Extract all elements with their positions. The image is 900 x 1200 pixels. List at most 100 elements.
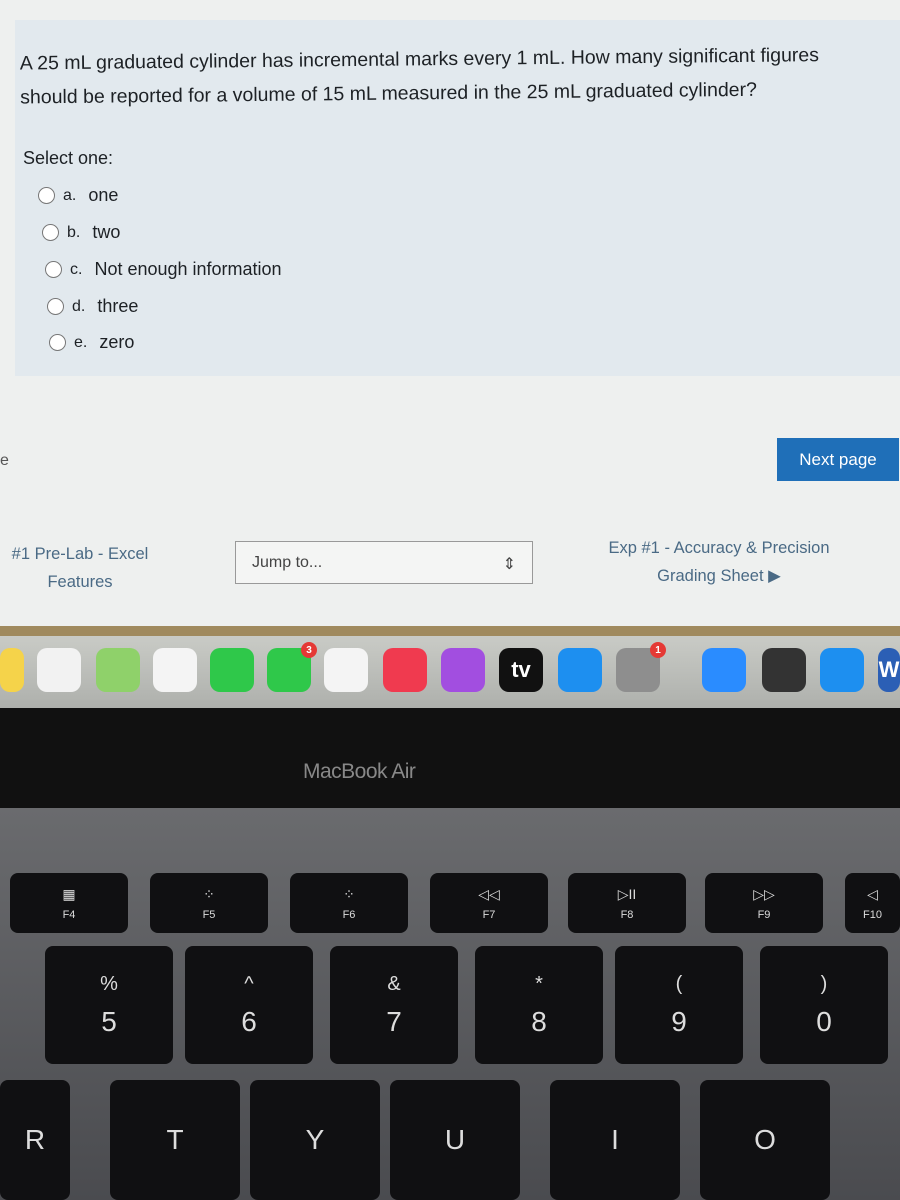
notification-badge: 3: [301, 642, 317, 658]
updown-icon: ⇕: [502, 556, 516, 573]
notes-icon[interactable]: [0, 648, 24, 692]
previous-activity-link[interactable]: #1 Pre-Lab - Excel Features: [0, 540, 160, 596]
key-label: F5: [202, 908, 216, 921]
letter-key[interactable]: T: [110, 1080, 240, 1200]
function-key[interactable]: ⁘ F6: [290, 873, 408, 933]
next-link-line1: Exp #1 - Accuracy & Precision: [608, 539, 830, 557]
browser-screen: A 25 mL graduated cylinder has increment…: [0, 0, 900, 632]
key-label: 6: [241, 1005, 257, 1037]
key-label: Y: [305, 1124, 325, 1155]
media-icon: ▦: [62, 885, 76, 902]
number-key[interactable]: * 8: [475, 946, 603, 1064]
media-icon: ⁘: [343, 885, 355, 902]
dock: 3 tv 1 W: [0, 636, 900, 708]
jump-to-select[interactable]: Jump to... ⇕: [235, 541, 533, 584]
function-key[interactable]: ◁◁ F7: [430, 873, 548, 933]
radio-button[interactable]: [49, 334, 66, 351]
next-activity-link[interactable]: Exp #1 - Accuracy & Precision Grading She…: [588, 534, 850, 590]
letter-key[interactable]: Y: [250, 1080, 380, 1200]
zoom-icon[interactable]: [702, 648, 746, 692]
option-letter: d.: [72, 297, 86, 315]
option-letter: b.: [67, 223, 81, 241]
key-label: I: [611, 1124, 619, 1155]
podcasts-icon[interactable]: [441, 648, 485, 692]
key-label: T: [166, 1124, 184, 1155]
notification-badge: 1: [650, 642, 666, 658]
option-label: Not enough information: [94, 259, 282, 279]
key-label: 7: [386, 1005, 402, 1037]
number-key[interactable]: ^ 6: [185, 946, 313, 1064]
keyboard: ▦ F4 ⁘ F5 ⁘ F6 ◁◁ F7 ▷II F8 ▷▷ F9 ◁ F10% 5 ^ 6 & 7 * 8(9) 0 R T…: [0, 808, 900, 1200]
key-label: 9: [671, 1005, 687, 1037]
screen-edge: [0, 626, 900, 636]
next-link-line2: Grading Sheet ▶: [657, 567, 781, 585]
function-key[interactable]: ▷II F8: [568, 873, 686, 933]
laptop-bezel: [0, 708, 900, 808]
messages-icon[interactable]: [210, 648, 254, 692]
function-key[interactable]: ▷▷ F9: [705, 873, 823, 933]
reminders-icon[interactable]: [37, 648, 81, 692]
media-icon: ▷II: [617, 885, 637, 902]
media-icon: ◁: [867, 885, 878, 902]
number-key[interactable]: & 7: [330, 946, 458, 1064]
radio-button[interactable]: [47, 298, 64, 315]
app-store-icon[interactable]: [558, 648, 602, 692]
question-panel: A 25 mL graduated cylinder has increment…: [15, 20, 900, 376]
function-key[interactable]: ▦ F4: [10, 873, 128, 933]
key-label: 0: [816, 1005, 832, 1037]
answer-option[interactable]: e. zero: [49, 332, 134, 353]
system-preferences-icon[interactable]: 1: [616, 642, 666, 692]
news-icon[interactable]: [324, 648, 368, 692]
key-label: F4: [62, 908, 76, 921]
answer-option[interactable]: a. one: [38, 185, 118, 206]
letter-key[interactable]: I: [550, 1080, 680, 1200]
music-icon[interactable]: [383, 648, 427, 692]
key-shift-label: ^: [244, 972, 254, 995]
key-shift-label: (: [675, 972, 683, 995]
key-label: 8: [531, 1005, 547, 1037]
key-label: F7: [482, 908, 496, 921]
maps-icon[interactable]: [96, 648, 140, 692]
number-key[interactable]: % 5: [45, 946, 173, 1064]
apple-tv-icon[interactable]: tv: [499, 648, 543, 692]
key-shift-label: %: [100, 972, 118, 995]
key-label: R: [24, 1124, 46, 1155]
key-label: 5: [101, 1005, 117, 1037]
facetime-icon[interactable]: 3: [267, 642, 317, 692]
option-letter: a.: [63, 186, 77, 204]
letter-key[interactable]: R: [0, 1080, 70, 1200]
function-key[interactable]: ◁ F10: [845, 873, 900, 933]
word-icon[interactable]: W: [878, 648, 900, 692]
media-icon: ◁◁: [478, 885, 500, 902]
laptop-brand: MacBook Air: [303, 760, 416, 783]
option-label: three: [97, 296, 139, 316]
radio-button[interactable]: [42, 224, 59, 241]
option-letter: e.: [74, 333, 88, 351]
app-label: W: [878, 657, 900, 682]
answer-option[interactable]: b. two: [42, 222, 120, 243]
letter-key[interactable]: U: [390, 1080, 520, 1200]
piano-icon[interactable]: [762, 648, 806, 692]
bluetooth-icon[interactable]: [820, 648, 864, 692]
key-label: F9: [757, 908, 771, 921]
number-key[interactable]: (9: [615, 946, 743, 1064]
question-text: A 25 mL graduated cylinder has increment…: [19, 44, 820, 109]
next-page-button[interactable]: Next page: [777, 438, 899, 481]
key-label: F8: [620, 908, 634, 921]
option-label: one: [88, 185, 119, 205]
media-icon: ⁘: [203, 885, 215, 902]
key-label: U: [444, 1124, 466, 1155]
jump-to-value: Jump to...: [252, 554, 323, 571]
radio-button[interactable]: [38, 187, 55, 204]
prev-link-line1: #1 Pre-Lab - Excel: [11, 545, 149, 563]
letter-key[interactable]: O: [700, 1080, 830, 1200]
key-label: F6: [342, 908, 356, 921]
edge-glyph: e: [0, 452, 9, 469]
answer-option[interactable]: c. Not enough information: [45, 259, 282, 280]
answer-option[interactable]: d. three: [47, 296, 138, 317]
radio-button[interactable]: [45, 261, 62, 278]
function-key[interactable]: ⁘ F5: [150, 873, 268, 933]
key-shift-label: ): [820, 972, 828, 995]
photos-icon[interactable]: [153, 648, 197, 692]
number-key[interactable]: ) 0: [760, 946, 888, 1064]
